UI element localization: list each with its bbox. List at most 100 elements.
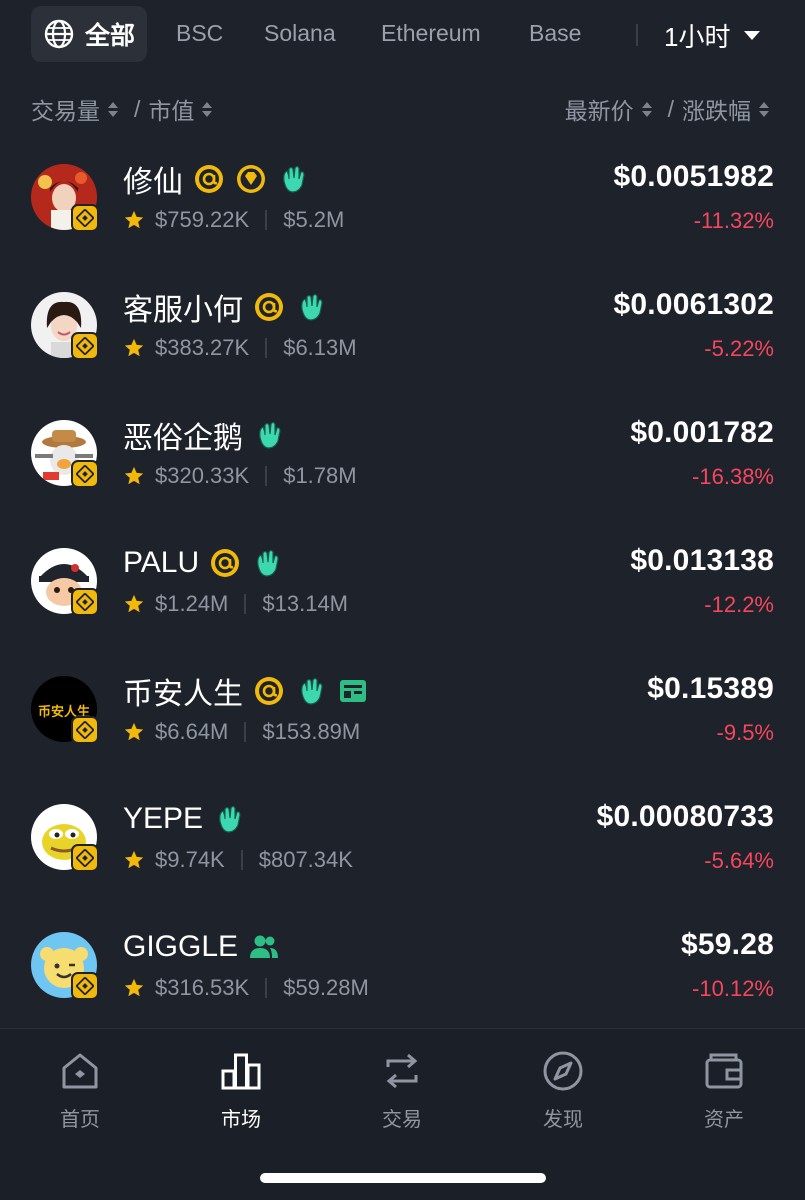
token-stats: $9.74K $807.34K	[123, 847, 353, 873]
token-symbol: 客服小何	[123, 294, 243, 327]
tab-solana[interactable]: Solana	[264, 20, 336, 47]
token-name: 客服小何	[123, 287, 327, 327]
tab-all[interactable]: 全部	[31, 6, 147, 62]
token-change: -11.32%	[693, 208, 774, 233]
nav-assets[interactable]: 资产	[664, 1049, 784, 1132]
nav-trade[interactable]: 交易	[342, 1049, 462, 1132]
token-row[interactable]: YEPE $9.74K $807.34K $0.00080733 -5.64%	[0, 780, 805, 908]
star-icon[interactable]	[123, 593, 145, 615]
token-change: -5.64%	[704, 848, 774, 873]
nav-discover-label: 发现	[543, 1109, 583, 1131]
sort-separator: /	[134, 95, 141, 122]
stat-divider	[244, 594, 247, 614]
token-symbol: PALU	[123, 546, 200, 579]
at-icon	[211, 549, 240, 577]
star-icon[interactable]	[123, 465, 145, 487]
sort-change[interactable]: 涨跌幅	[682, 92, 751, 126]
gem-icon	[237, 165, 265, 193]
sort-arrows-icon[interactable]	[641, 101, 652, 117]
token-market-cap: $1.78M	[283, 463, 357, 488]
token-row[interactable]: 修仙 $759.22K $5.2M $0.0051982 -11.32%	[0, 140, 805, 268]
token-stats: $316.53K $59.28M	[123, 975, 369, 1001]
token-stats: $383.27K $6.13M	[123, 335, 357, 361]
at-icon	[195, 165, 223, 193]
token-stats: $6.64M $153.89M	[123, 719, 360, 745]
token-name: PALU	[123, 543, 283, 583]
stat-divider	[265, 210, 268, 230]
bnb-chain-badge-icon	[71, 588, 99, 616]
sort-arrows-icon[interactable]	[759, 101, 769, 117]
star-icon[interactable]	[123, 337, 145, 359]
stat-divider	[265, 466, 268, 486]
nav-discover[interactable]: 发现	[503, 1049, 623, 1132]
stat-divider	[265, 338, 268, 358]
token-price: $0.0051982	[613, 160, 774, 193]
token-volume: $9.74K	[155, 847, 225, 872]
token-market-cap: $6.13M	[283, 335, 357, 360]
token-market-cap: $13.14M	[262, 591, 349, 616]
token-change: -9.5%	[716, 720, 774, 745]
wallet-icon	[705, 1053, 743, 1089]
at-icon	[255, 677, 283, 705]
token-row[interactable]: 客服小何 $383.27K $6.13M $0.0061302 -5.22%	[0, 268, 805, 396]
token-volume: $759.22K	[155, 207, 250, 232]
nav-market-label: 市场	[221, 1109, 261, 1131]
bnb-chain-badge-icon	[71, 972, 99, 1000]
globe-icon	[44, 19, 74, 49]
token-volume: $320.33K	[155, 463, 250, 488]
star-icon[interactable]	[123, 977, 145, 999]
star-icon[interactable]	[123, 721, 145, 743]
token-symbol: 修仙	[123, 166, 183, 199]
timeframe-dropdown[interactable]: 1小时	[664, 17, 761, 54]
token-volume: $316.53K	[155, 975, 250, 1000]
token-symbol: 币安人生	[123, 678, 243, 711]
nav-trade-label: 交易	[382, 1109, 422, 1131]
wave-icon	[257, 549, 279, 577]
token-stats: $1.24M $13.14M	[123, 591, 348, 617]
token-row[interactable]: GIGGLE $316.53K $59.28M $59.28 -10.12%	[0, 908, 805, 1036]
token-change: -5.22%	[704, 336, 774, 361]
home-indicator	[260, 1173, 546, 1183]
nav-market[interactable]: 市场	[181, 1049, 301, 1132]
token-price: $0.013138	[630, 544, 774, 577]
tabs-divider	[636, 24, 638, 46]
token-row[interactable]: 币安人生 币安人生 $6.64M $153.89M $0.15389 -9.5%	[0, 652, 805, 780]
sort-volume[interactable]: 交易量	[31, 92, 100, 126]
token-change: -10.12%	[692, 976, 774, 1001]
tab-ethereum[interactable]: Ethereum	[381, 20, 481, 47]
bnb-chain-badge-icon	[71, 460, 99, 488]
sort-header: 交易量 / 市值 最新价 / 涨跌幅	[0, 88, 805, 124]
bnb-chain-badge-icon	[71, 844, 99, 872]
sort-arrows-icon[interactable]	[202, 101, 213, 117]
swap-icon	[386, 1053, 418, 1089]
token-price: $0.00080733	[596, 800, 774, 833]
token-symbol: 恶俗企鹅	[123, 422, 243, 455]
tab-all-label: 全部	[85, 22, 136, 50]
token-row[interactable]: PALU $1.24M $13.14M $0.013138 -12.2%	[0, 524, 805, 652]
at-icon	[255, 293, 283, 321]
token-row[interactable]: 恶俗企鹅 $320.33K $1.78M $0.001782 -16.38%	[0, 396, 805, 524]
tab-base[interactable]: Base	[529, 20, 581, 47]
sort-latest-price[interactable]: 最新价	[565, 92, 634, 126]
token-name: 恶俗企鹅	[123, 415, 285, 455]
nav-home[interactable]: 首页	[20, 1049, 140, 1132]
caret-down-icon	[744, 31, 761, 40]
stat-divider	[244, 722, 247, 742]
star-icon[interactable]	[123, 849, 145, 871]
token-volume: $1.24M	[155, 591, 229, 616]
bnb-chain-badge-icon	[71, 716, 99, 744]
stat-divider	[265, 978, 268, 998]
wave-icon	[283, 165, 305, 193]
tab-bsc[interactable]: BSC	[176, 20, 223, 47]
sort-market-cap[interactable]: 市值	[148, 92, 194, 126]
sort-separator: /	[667, 95, 674, 122]
wallet-card-icon	[340, 680, 366, 702]
home-icon	[62, 1053, 98, 1089]
market-screen: 全部 BSC Solana Ethereum Base 1小时 交易量 / 市值…	[0, 0, 805, 1200]
token-symbol: YEPE	[123, 802, 204, 835]
bar-chart-icon	[221, 1053, 261, 1090]
star-icon[interactable]	[123, 209, 145, 231]
sort-arrows-icon[interactable]	[108, 101, 118, 117]
timeframe-label: 1小时	[664, 22, 731, 52]
token-stats: $320.33K $1.78M	[123, 463, 357, 489]
